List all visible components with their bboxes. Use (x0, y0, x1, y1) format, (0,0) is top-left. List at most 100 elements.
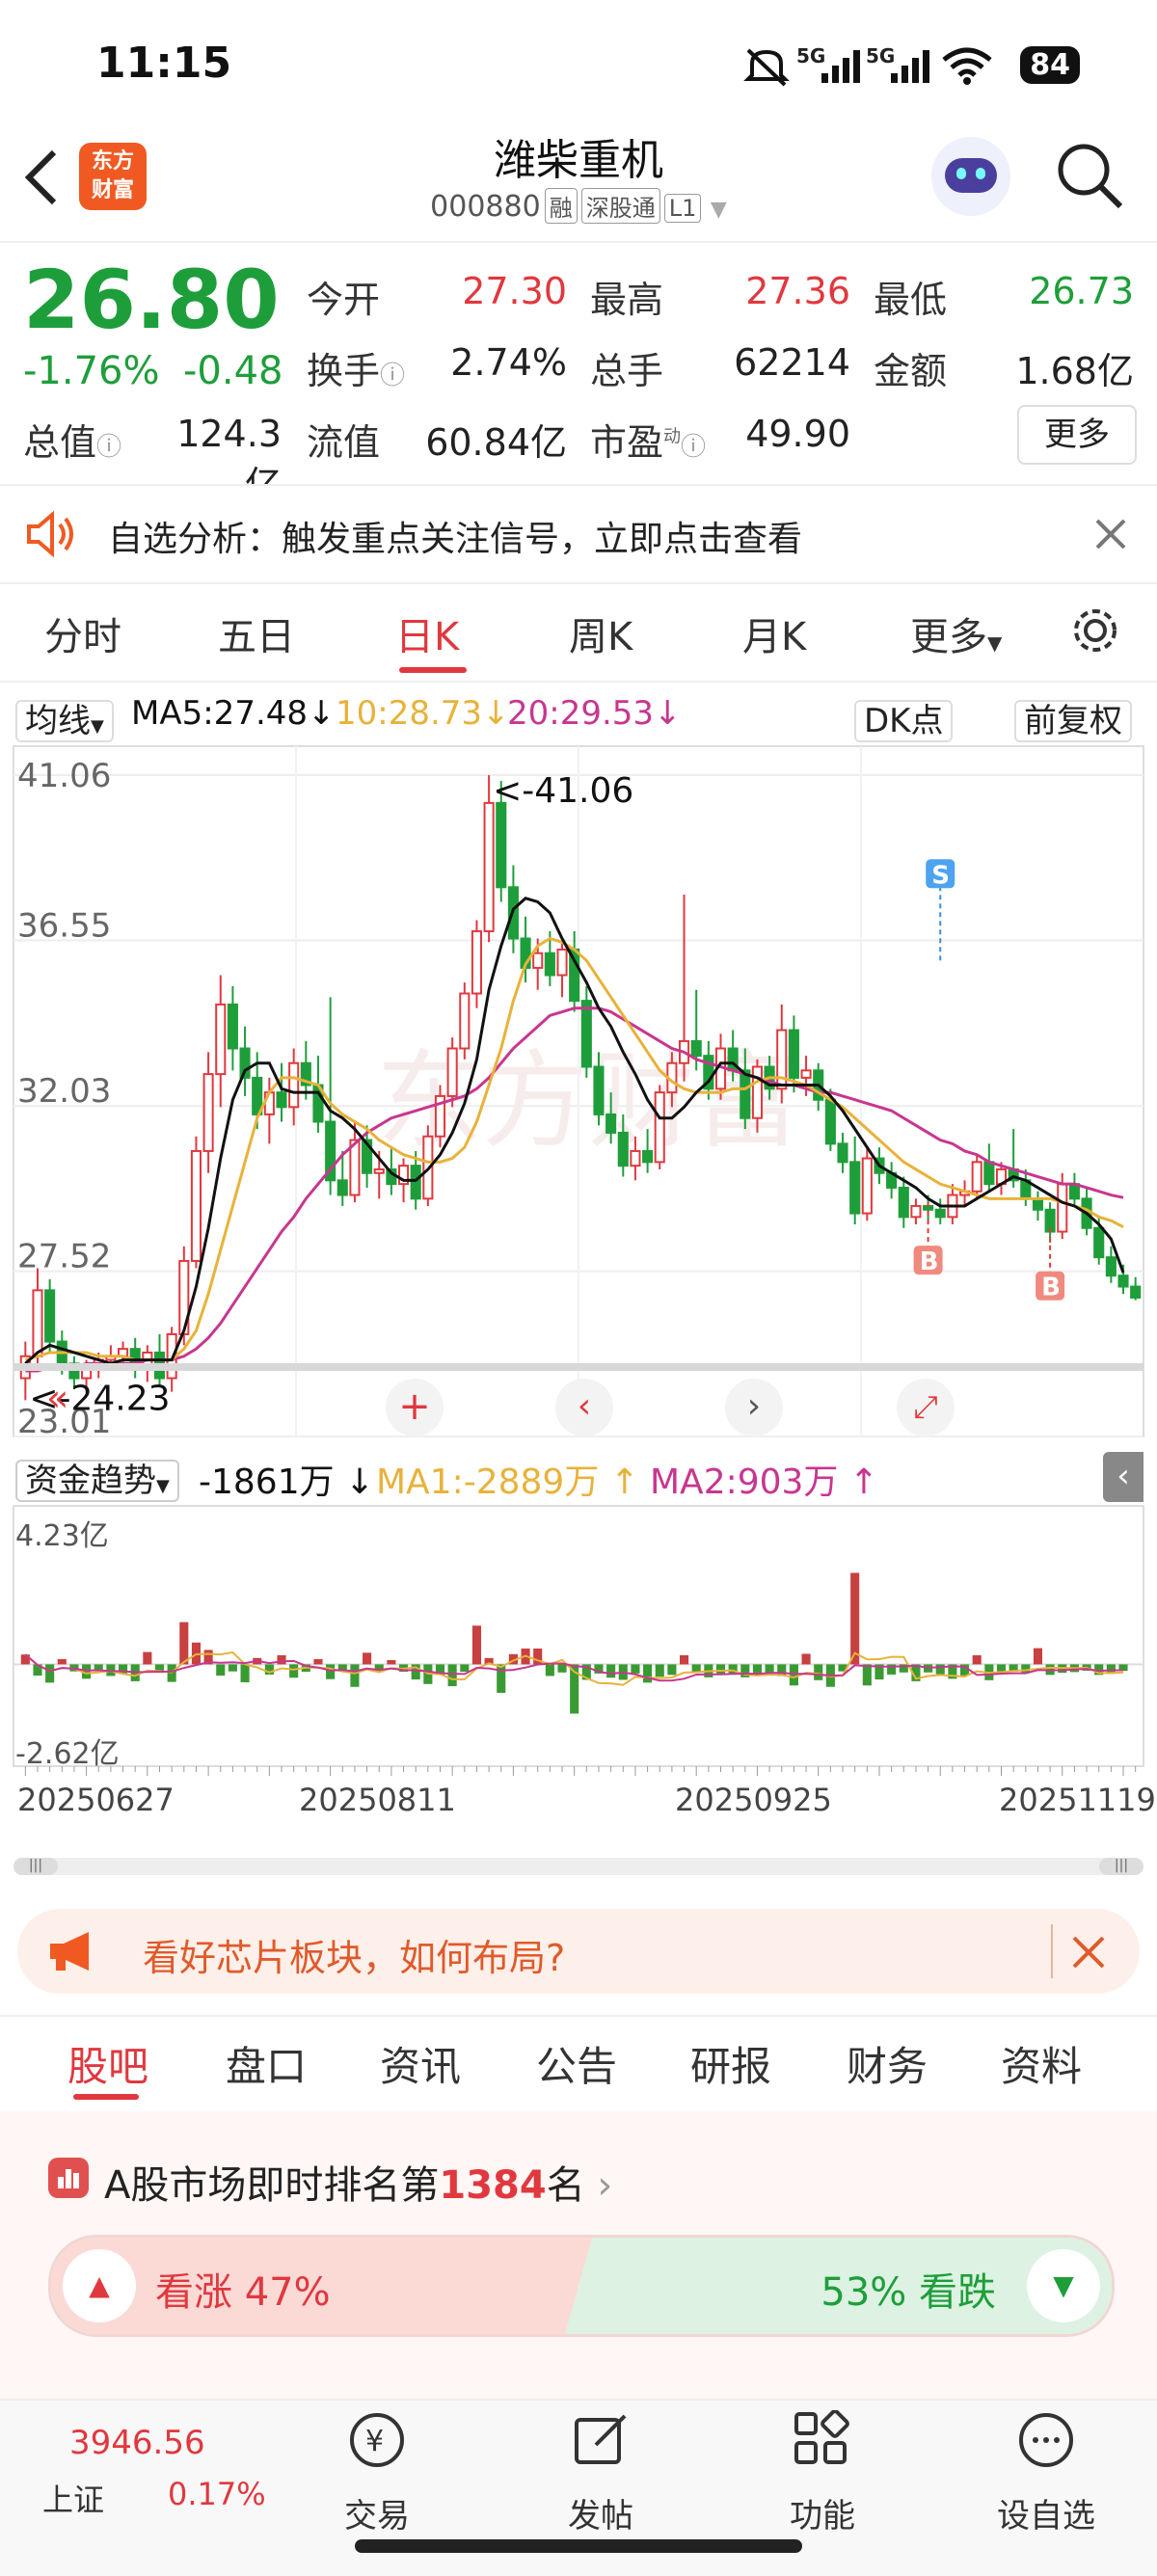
candle-body (227, 1003, 238, 1050)
svg-text:¥: ¥ (365, 2425, 384, 2458)
chart-scroll-bar[interactable] (13, 1363, 1144, 1371)
candle-body (861, 1157, 873, 1215)
trade-icon[interactable]: ¥ (347, 2410, 407, 2470)
current-price: 26.80 (23, 253, 280, 347)
fund-selector[interactable]: 资金趋势▼ (15, 1454, 179, 1502)
collapse-panel-icon[interactable]: ‹ (1103, 1452, 1144, 1502)
functions-icon[interactable] (793, 2410, 850, 2468)
close-icon[interactable] (1072, 1936, 1105, 1969)
gear-icon[interactable] (1068, 604, 1122, 657)
info-icon[interactable]: ⓘ (681, 433, 706, 462)
add-watchlist-icon[interactable] (1016, 2410, 1076, 2470)
fund-bar (179, 1622, 189, 1665)
candle-body (532, 952, 544, 969)
search-icon[interactable] (1055, 141, 1124, 210)
tab-daily-k[interactable]: 日K (395, 605, 459, 661)
candle-body (654, 1091, 665, 1164)
k-line-chart[interactable]: 东方财富 41.0636.5532.0327.5223.01 SSBBBBB <… (0, 742, 1157, 1446)
tab-orderbook[interactable]: 盘口 (226, 2034, 307, 2093)
chevron-right-icon: › (597, 2163, 613, 2208)
market-cap-label: 总值ⓘ (23, 421, 122, 464)
tab-intraday[interactable]: 分时 (44, 605, 121, 661)
adjust-button[interactable]: 前复权 (1014, 694, 1132, 742)
more-quote-button[interactable]: 更多 (1017, 405, 1137, 465)
tag-level: L1 (663, 194, 702, 223)
promo-banner[interactable]: 看好芯片板块，如何布局? (17, 1909, 1140, 1994)
bullish-button[interactable]: ▲ (63, 2249, 136, 2322)
candle-body (617, 1131, 629, 1167)
fund-bar (289, 1664, 299, 1678)
bearish-button[interactable]: ▼ (1027, 2249, 1100, 2322)
fund-bar (862, 1664, 872, 1686)
promo-divider (1051, 1924, 1053, 1978)
fund-bar (363, 1652, 372, 1665)
tab-forum[interactable]: 股吧 (67, 2034, 148, 2093)
fullscreen-icon[interactable]: ⤢ (897, 1379, 955, 1436)
tab-announcements[interactable]: 公告 (536, 2034, 617, 2093)
promo-text: 看好芯片板块，如何布局? (143, 1937, 566, 1979)
tab-profile[interactable]: 资料 (1001, 2034, 1082, 2093)
indicator-chip: 均线▼ (15, 700, 114, 742)
nav-post[interactable]: 发帖 (528, 2489, 673, 2536)
active-tab-indicator (73, 2094, 139, 2100)
fund-bar (216, 1664, 226, 1677)
fund-bottom-label: -2.62亿 (15, 1737, 120, 1771)
fund-bar (497, 1664, 506, 1693)
indicator-selector[interactable]: 均线▼ (15, 694, 114, 742)
wifi-icon (942, 47, 992, 85)
range-slider[interactable]: ||| ||| (13, 1858, 1144, 1875)
fund-bar (460, 1664, 470, 1673)
fund-bar (801, 1653, 811, 1665)
x-tick-label: 20250811 (299, 1782, 456, 1818)
fund-flow-chart[interactable]: 20250627 20250811 20250925 20251119 (0, 1504, 1157, 1822)
close-icon[interactable] (1095, 519, 1126, 550)
tab-finance[interactable]: 财务 (847, 2034, 928, 2093)
chevron-down-icon[interactable]: ▼ (711, 198, 727, 222)
rewind-icon[interactable]: « (46, 1377, 68, 1419)
fund-selector-label: 资金趋势 (25, 1462, 156, 1500)
pe-superscript: 动 (663, 426, 682, 447)
tab-five-day[interactable]: 五日 (218, 605, 295, 661)
fund-bar (545, 1664, 554, 1677)
float-cap-value: 60.84亿 (425, 421, 567, 464)
tab-weekly-k[interactable]: 周K (569, 605, 632, 661)
header-divider (0, 241, 1157, 243)
zoom-in-icon[interactable]: + (386, 1379, 444, 1436)
candle-body (1032, 1197, 1044, 1211)
nav-functions[interactable]: 功能 (750, 2489, 895, 2536)
index-value[interactable]: 3946.56 (69, 2424, 205, 2462)
notice-bar[interactable]: 自选分析：触发重点关注信号，立即点击查看 (0, 484, 1157, 584)
high-value: 27.36 (745, 270, 850, 312)
next-icon[interactable]: › (725, 1379, 783, 1436)
nav-add-watchlist[interactable]: 设自选 (974, 2489, 1118, 2536)
fund-bar (814, 1664, 823, 1680)
tab-more[interactable]: 更多▼ (910, 605, 1002, 661)
rank-text[interactable]: A股市场即时排名第1384名 › (104, 2154, 612, 2210)
info-icon[interactable]: ⓘ (96, 433, 121, 462)
candle-body (459, 992, 471, 1050)
tab-news[interactable]: 资讯 (380, 2034, 461, 2093)
prev-icon[interactable]: ‹ (555, 1379, 613, 1436)
dk-button[interactable]: DK点 (854, 694, 954, 742)
post-icon[interactable] (573, 2410, 631, 2468)
fund-bar (557, 1664, 567, 1673)
marker-label: B (920, 1248, 939, 1276)
range-handle-left[interactable]: ||| (13, 1858, 58, 1875)
adjust-label: 前复权 (1014, 700, 1132, 742)
nav-trade[interactable]: 交易 (305, 2489, 449, 2536)
open-value: 27.30 (462, 270, 567, 312)
y-tick-label: 41.06 (17, 757, 111, 795)
range-handle-right[interactable]: ||| (1099, 1858, 1144, 1875)
candle-body (1130, 1285, 1142, 1299)
tab-research[interactable]: 研报 (690, 2034, 771, 2093)
rank-number: 1384 (439, 2163, 547, 2208)
candle-body (32, 1289, 43, 1357)
robot-assistant-icon[interactable] (931, 137, 1010, 216)
tab-monthly-k[interactable]: 月K (742, 605, 806, 661)
amount-value: 1.68亿 (1015, 350, 1134, 392)
ma10-value: 10:28.73↓ (336, 694, 510, 733)
candle-body (800, 1069, 812, 1079)
section-divider (0, 2015, 1157, 2017)
info-icon[interactable]: ⓘ (380, 362, 405, 390)
fund-bar (143, 1651, 152, 1665)
